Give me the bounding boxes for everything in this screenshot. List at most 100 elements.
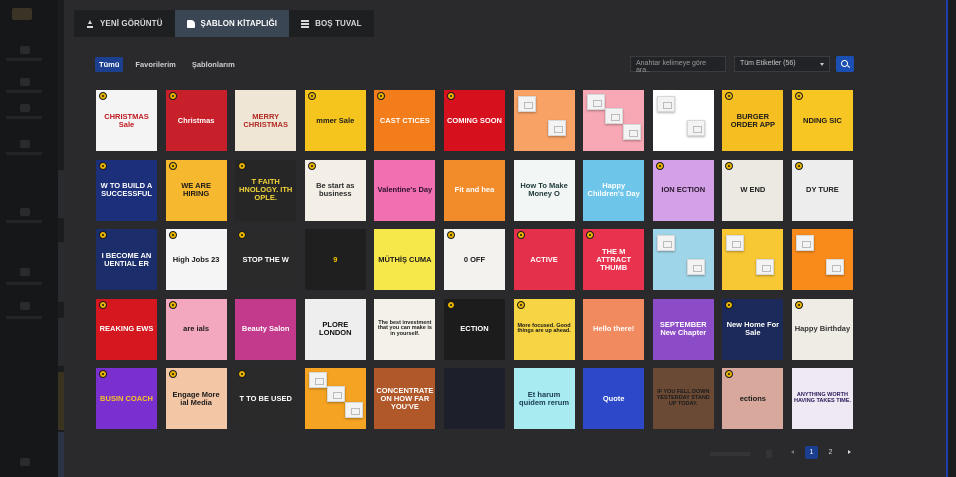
template-card[interactable]: How To Make Money O (513, 159, 575, 221)
template-card[interactable]: Beauty Salon (235, 298, 297, 360)
template-card[interactable]: COMING SOON (443, 90, 505, 151)
template-card[interactable]: T TO BE USED (235, 368, 297, 430)
page-1-button[interactable]: 1 (805, 446, 818, 459)
template-card[interactable]: CAST CTICES (374, 90, 436, 151)
prev-page-icon[interactable] (786, 446, 799, 459)
template-card[interactable] (583, 90, 645, 151)
template-card[interactable]: Et harum quidem rerum (513, 368, 575, 430)
template-card[interactable]: WE ARE HIRING (165, 159, 227, 221)
background-sidebar-label (6, 152, 42, 155)
next-page-icon[interactable] (843, 446, 856, 459)
template-card[interactable] (652, 90, 714, 151)
pagination-info (710, 452, 750, 456)
template-card[interactable]: are ials (165, 298, 227, 360)
template-title: I BECOME AN UENTIAL ER (101, 250, 152, 268)
template-card[interactable]: W END (722, 159, 784, 221)
template-card[interactable]: Quote (583, 368, 645, 430)
tab-template-library[interactable]: ŞABLON KİTAPLIĞI (174, 10, 290, 37)
template-card[interactable]: The best investment that you can make is… (374, 298, 436, 360)
premium-crown-icon (168, 370, 177, 379)
photo-placeholder-icon (344, 402, 363, 419)
filter-favorites[interactable]: Favorilerim (131, 57, 179, 72)
background-sidebar-icon (20, 104, 30, 112)
template-card[interactable]: Fit and hea (443, 159, 505, 221)
template-title (751, 258, 755, 262)
template-card[interactable]: I BECOME AN UENTIAL ER (96, 229, 157, 291)
template-card[interactable]: PLORE LONDON (304, 298, 366, 360)
template-card[interactable]: ANYTHING WORTH HAVING TAKES TIME. (791, 368, 853, 430)
photo-placeholder-icon (726, 235, 745, 252)
template-title: IF YOU FELL DOWN YESTERDAY STAND UP TODA… (656, 389, 710, 407)
tab-new-image[interactable]: YENİ GÖRÜNTÜ (74, 10, 175, 37)
tag-filter-select[interactable]: Tüm Etiketler (56) (734, 56, 830, 72)
template-card[interactable]: Christmas (165, 90, 227, 151)
premium-crown-icon (725, 92, 734, 100)
template-card[interactable]: ections (722, 368, 784, 430)
template-card[interactable]: Valentine's Day (374, 159, 436, 221)
premium-crown-icon (238, 161, 247, 170)
premium-crown-icon (655, 161, 664, 170)
filter-my-templates[interactable]: Şablonlarım (188, 57, 239, 72)
template-card[interactable] (513, 90, 575, 151)
template-card[interactable]: IF YOU FELL DOWN YESTERDAY STAND UP TODA… (652, 368, 714, 430)
template-title (542, 119, 546, 123)
background-sidebar-icon (20, 268, 30, 276)
premium-crown-icon (725, 300, 734, 309)
template-card[interactable]: 0 OFF (443, 229, 505, 291)
template-card[interactable]: 9 (304, 229, 366, 291)
template-card[interactable]: ACTIVE (513, 229, 575, 291)
template-card[interactable]: MERRY CHRISTMAS (235, 90, 297, 151)
template-card[interactable]: REAKING EWS (96, 298, 157, 360)
template-card[interactable]: Hello there! (583, 298, 645, 360)
filter-all[interactable]: Tümü (95, 57, 124, 72)
template-card[interactable]: NDING SIC (791, 90, 853, 151)
template-card[interactable]: New Home For Sale (722, 298, 784, 360)
template-title: MERRY CHRISTMAS (243, 111, 288, 129)
template-card[interactable]: T FAITH HNOLOGY. ITH OPLE. (235, 159, 297, 221)
template-card[interactable]: ION ECTION (652, 159, 714, 221)
template-card[interactable]: DY TURE (791, 159, 853, 221)
background-logo (12, 8, 32, 20)
template-card[interactable]: THE M ATTRACT THUMB (583, 229, 645, 291)
template-card[interactable]: CHRISTMAS Sale (96, 90, 157, 151)
template-card[interactable] (304, 368, 366, 430)
template-title (612, 119, 616, 123)
template-title: The best investment that you can make is… (377, 319, 432, 338)
template-title (472, 397, 476, 401)
template-card[interactable] (652, 229, 714, 291)
background-sidebar-icon (20, 208, 30, 216)
photo-placeholder-icon (308, 372, 327, 389)
template-title: MÜTHİŞ CUMA (378, 254, 432, 264)
background-sidebar-icon (20, 140, 30, 148)
template-card[interactable]: STOP THE W (235, 229, 297, 291)
template-card[interactable]: W TO BUILD A SUCCESSFUL (96, 159, 157, 221)
tab-blank-canvas[interactable]: BOŞ TUVAL (289, 10, 374, 37)
template-card[interactable]: More focused. Good things are up ahead. (513, 298, 575, 360)
template-title: Valentine's Day (377, 185, 433, 195)
search-input[interactable]: Anahtar kelimeye göre ara.. (630, 56, 726, 74)
template-card[interactable]: Happy Birthday (791, 298, 853, 360)
template-card[interactable]: High Jobs 23 (165, 229, 227, 291)
template-card[interactable] (791, 229, 853, 291)
template-card[interactable]: CONCENTRATE ON HOW FAR YOU'VE (374, 368, 436, 430)
template-card[interactable]: SEPTEMBER New Chapter (652, 298, 714, 360)
template-card[interactable]: mmer Sale (304, 90, 366, 151)
template-card[interactable]: BUSIN COACH (96, 368, 157, 430)
template-card[interactable]: BURGER ORDER APP (722, 90, 784, 151)
template-card[interactable]: MÜTHİŞ CUMA (374, 229, 436, 291)
pagination-first (766, 450, 772, 458)
search-button[interactable] (836, 56, 854, 72)
template-title (820, 258, 824, 262)
template-card[interactable]: Be start as business (304, 159, 366, 221)
template-card[interactable] (722, 229, 784, 291)
template-card[interactable]: Happy Children's Day (583, 159, 645, 221)
app-root: YENİ GÖRÜNTÜ ŞABLON KİTAPLIĞI BOŞ TUVAL … (0, 0, 956, 477)
template-title: Quote (602, 393, 625, 403)
template-card[interactable]: Engage More ial Media (165, 368, 227, 430)
premium-crown-icon (725, 370, 734, 379)
template-card[interactable] (443, 368, 505, 430)
page-2-button[interactable]: 2 (824, 446, 837, 459)
template-title: 0 OFF (463, 254, 486, 264)
template-card[interactable]: ECTION (443, 298, 505, 360)
premium-crown-icon (168, 161, 177, 170)
